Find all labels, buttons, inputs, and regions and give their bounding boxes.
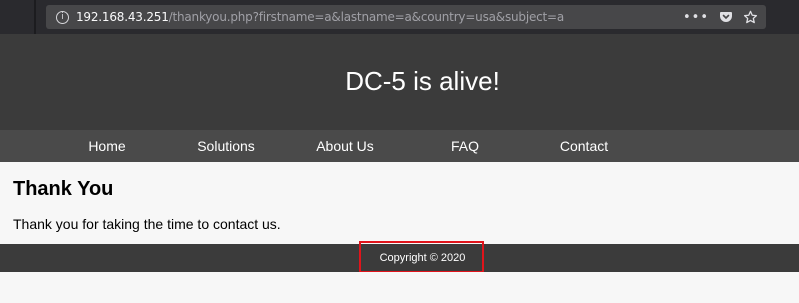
nav-item-faq[interactable]: FAQ: [405, 130, 525, 162]
main-nav: Home Solutions About Us FAQ Contact: [0, 130, 799, 162]
url-text[interactable]: 192.168.43.251/thankyou.php?firstname=a&…: [76, 10, 564, 24]
address-bar-actions: •••: [683, 8, 758, 26]
nav-item-solutions[interactable]: Solutions: [166, 130, 286, 162]
toolbar-divider: [34, 0, 36, 34]
address-bar[interactable]: i 192.168.43.251/thankyou.php?firstname=…: [46, 5, 766, 29]
site-header: DC-5 is alive!: [0, 34, 799, 130]
url-host: 192.168.43.251: [76, 10, 169, 24]
main-content: Thank You Thank you for taking the time …: [0, 162, 799, 244]
more-dots-icon[interactable]: •••: [683, 10, 709, 25]
browser-toolbar: i 192.168.43.251/thankyou.php?firstname=…: [0, 0, 799, 34]
page-background: [0, 272, 799, 303]
thank-you-message: Thank you for taking the time to contact…: [13, 216, 281, 232]
highlight-annotation: [359, 241, 484, 273]
site-title: DC-5 is alive!: [345, 66, 500, 96]
nav-item-contact[interactable]: Contact: [524, 130, 644, 162]
nav-item-home[interactable]: Home: [47, 130, 167, 162]
page-title: Thank You: [13, 178, 114, 200]
star-icon[interactable]: [743, 10, 758, 25]
info-icon[interactable]: i: [56, 11, 69, 24]
url-path: /thankyou.php?firstname=a&lastname=a&cou…: [168, 10, 565, 24]
pocket-icon[interactable]: [719, 10, 733, 24]
nav-item-about-us[interactable]: About Us: [285, 130, 405, 162]
